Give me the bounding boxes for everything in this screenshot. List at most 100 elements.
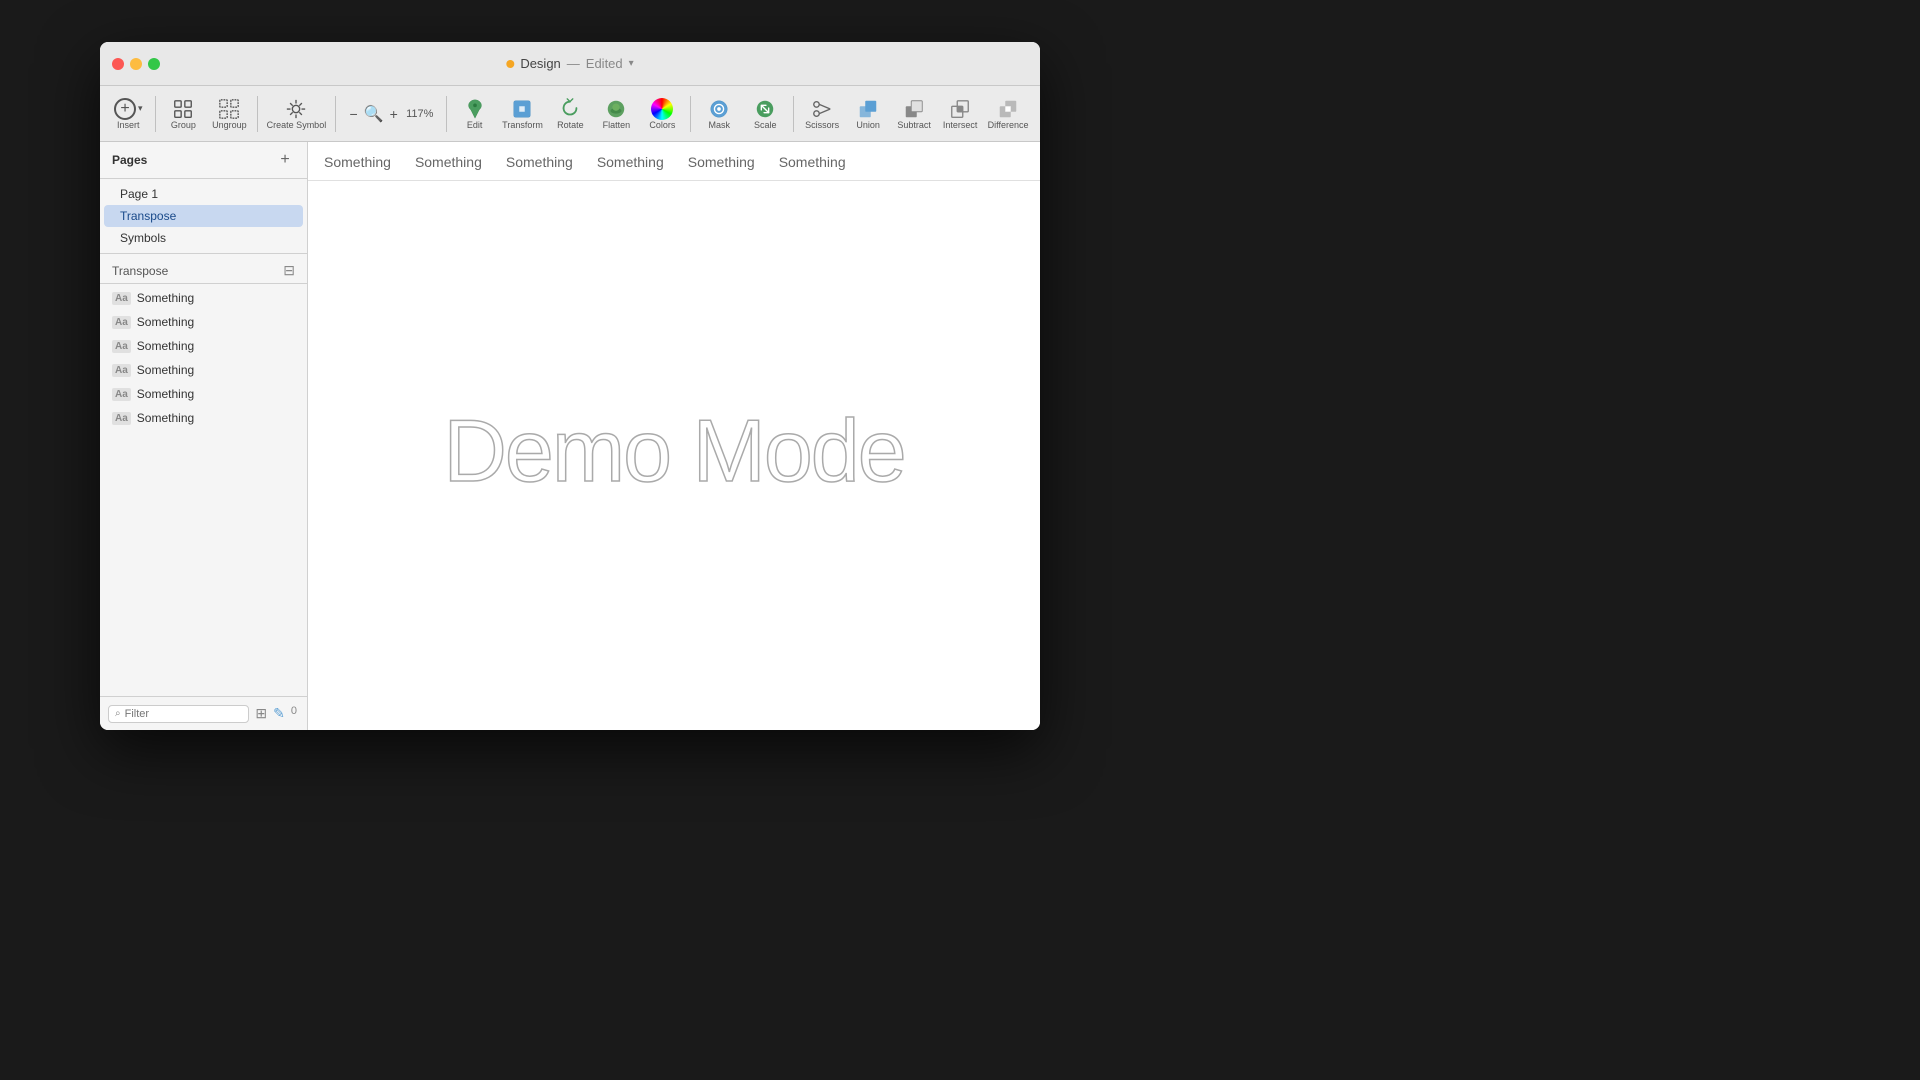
page-item-page1[interactable]: Page 1 xyxy=(104,183,303,205)
zoom-in-button[interactable]: + xyxy=(386,104,402,124)
sidebar-footer: ⌕ ⊞ ✎ 0 xyxy=(100,696,307,730)
ungroup-label: Ungroup xyxy=(212,120,247,130)
scissors-label: Scissors xyxy=(805,120,839,130)
canvas-tab-5[interactable]: Something xyxy=(779,154,846,180)
layer-item[interactable]: Aa Something xyxy=(100,358,307,382)
scale-label: Scale xyxy=(754,120,777,130)
page-item-transpose[interactable]: Transpose xyxy=(104,205,303,227)
group-button[interactable]: Group xyxy=(161,94,205,134)
add-page-button[interactable]: + xyxy=(275,150,295,170)
layers-view-icon[interactable]: ⊞ xyxy=(253,703,269,724)
layer-label: Something xyxy=(137,387,194,401)
toolbar-separator-6 xyxy=(793,96,794,132)
rotate-icon xyxy=(559,98,581,120)
layer-type-icon: Aa xyxy=(112,412,131,425)
zoom-out-button[interactable]: − xyxy=(345,104,361,124)
ungroup-icon xyxy=(218,98,240,120)
create-symbol-button[interactable]: Create Symbol xyxy=(264,94,328,134)
layers-edit-icon[interactable]: ✎ xyxy=(271,703,287,724)
layer-item[interactable]: Aa Something xyxy=(100,334,307,358)
colors-label: Colors xyxy=(649,120,675,130)
mask-button[interactable]: Mask xyxy=(697,94,741,134)
toolbar-separator-4 xyxy=(446,96,447,132)
filter-input-wrap: ⌕ xyxy=(108,705,249,723)
subtract-icon xyxy=(903,98,925,120)
title-separator: — xyxy=(567,56,580,71)
zoom-level[interactable]: 117% xyxy=(404,108,436,120)
layer-label: Something xyxy=(137,315,194,329)
filter-search-icon: ⌕ xyxy=(115,708,121,719)
transform-button[interactable]: Transform xyxy=(499,94,547,134)
difference-button[interactable]: Difference xyxy=(984,94,1032,134)
transform-label: Transform xyxy=(502,120,543,130)
subtract-label: Subtract xyxy=(897,120,931,130)
edit-label: Edit xyxy=(467,120,483,130)
rotate-label: Rotate xyxy=(557,120,584,130)
pages-header: Pages + xyxy=(100,142,307,179)
filter-input[interactable] xyxy=(125,708,243,720)
transform-icon xyxy=(511,98,533,120)
union-button[interactable]: Union xyxy=(846,94,890,134)
difference-label: Difference xyxy=(988,120,1029,130)
intersect-label: Intersect xyxy=(943,120,978,130)
minimize-button[interactable] xyxy=(130,58,142,70)
rotate-button[interactable]: Rotate xyxy=(548,94,592,134)
layer-label: Something xyxy=(137,411,194,425)
main-content: Pages + Page 1 Transpose Symbols Transpo… xyxy=(100,142,1040,730)
edit-button[interactable]: Edit xyxy=(453,94,497,134)
layer-type-icon: Aa xyxy=(112,364,131,377)
title-bar: Design — Edited ▾ xyxy=(100,42,1040,86)
mask-icon xyxy=(708,98,730,120)
colors-button[interactable]: Colors xyxy=(640,94,684,134)
layers-header: Transpose ⊟ xyxy=(100,254,307,284)
layers-count: 0 xyxy=(289,703,299,724)
toolbar-separator-2 xyxy=(257,96,258,132)
insert-button[interactable]: + ▾ Insert xyxy=(108,94,149,134)
layer-list: Aa Something Aa Something Aa Something A… xyxy=(100,284,307,432)
group-label: Group xyxy=(171,120,196,130)
toolbar-separator-3 xyxy=(335,96,336,132)
canvas-tab-0[interactable]: Something xyxy=(324,154,391,180)
maximize-button[interactable] xyxy=(148,58,160,70)
layer-item[interactable]: Aa Something xyxy=(100,382,307,406)
scale-icon xyxy=(754,98,776,120)
canvas-content: Demo Mode xyxy=(308,181,1040,721)
flatten-button[interactable]: Flatten xyxy=(594,94,638,134)
toolbar: + ▾ Insert Group Ungroup xyxy=(100,86,1040,142)
close-button[interactable] xyxy=(112,58,124,70)
layer-type-icon: Aa xyxy=(112,292,131,305)
insert-chevron-icon: ▾ xyxy=(138,103,143,114)
layer-item[interactable]: Aa Something xyxy=(100,310,307,334)
pages-list: Page 1 Transpose Symbols xyxy=(100,179,307,254)
scissors-icon xyxy=(811,98,833,120)
footer-icons: ⊞ ✎ 0 xyxy=(253,703,299,724)
layer-label: Something xyxy=(137,363,194,377)
canvas-area[interactable]: Something Something Something Something … xyxy=(308,142,1040,730)
zoom-icon: 🔍 xyxy=(364,104,384,124)
chevron-down-icon[interactable]: ▾ xyxy=(629,58,634,69)
canvas-tab-3[interactable]: Something xyxy=(597,154,664,180)
page-item-symbols[interactable]: Symbols xyxy=(104,227,303,249)
layer-item[interactable]: Aa Something xyxy=(100,286,307,310)
subtract-button[interactable]: Subtract xyxy=(892,94,936,134)
canvas-tab-2[interactable]: Something xyxy=(506,154,573,180)
ungroup-button[interactable]: Ungroup xyxy=(207,94,251,134)
create-symbol-icon xyxy=(285,98,307,120)
layer-label: Something xyxy=(137,291,194,305)
canvas-tab-1[interactable]: Something xyxy=(415,154,482,180)
layer-label: Something xyxy=(137,339,194,353)
canvas-tab-4[interactable]: Something xyxy=(688,154,755,180)
create-symbol-label: Create Symbol xyxy=(267,120,327,130)
scissors-button[interactable]: Scissors xyxy=(800,94,844,134)
layer-item[interactable]: Aa Something xyxy=(100,406,307,430)
intersect-button[interactable]: Intersect xyxy=(938,94,982,134)
title-subtitle: Edited xyxy=(586,56,623,71)
window-title: Design — Edited ▾ xyxy=(506,56,633,71)
scale-button[interactable]: Scale xyxy=(743,94,787,134)
toolbar-separator-5 xyxy=(690,96,691,132)
demo-mode-watermark: Demo Mode xyxy=(443,400,904,502)
pages-title: Pages xyxy=(112,153,147,167)
layers-section: Transpose ⊟ Aa Something Aa Something Aa… xyxy=(100,254,307,696)
layers-collapse-button[interactable]: ⊟ xyxy=(283,262,295,279)
zoom-control: − 🔍 + 117% xyxy=(341,104,439,124)
